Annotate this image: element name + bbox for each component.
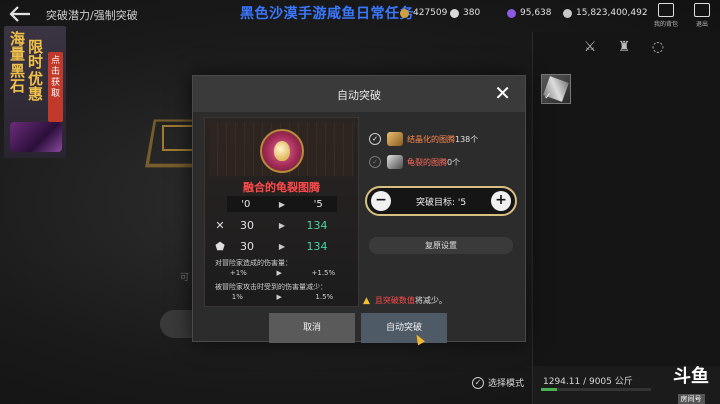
right-arrow-icon: ▶: [278, 199, 286, 209]
auto-breakthrough-button[interactable]: 自动突破: [361, 313, 447, 343]
promo-text-2: 黑石: [10, 62, 26, 95]
close-icon[interactable]: ✕: [494, 82, 511, 104]
room-label: 房间号: [677, 394, 705, 404]
top-bar: 突破潜力/强制突破 黑色沙漠手游咸鱼日常任务 427509 380 95,638…: [0, 0, 720, 30]
currency-purple-gem: 95,638: [507, 8, 552, 18]
pearl-icon: [450, 8, 459, 18]
promo-banner[interactable]: 海量 黑石 限时 优惠 点击获取: [4, 26, 66, 158]
shield-icon: ⬟: [215, 239, 225, 253]
promo-cta-button[interactable]: 点击获取: [48, 52, 63, 122]
breakthrough-target-stepper: − 突破目标: '5 +: [365, 186, 517, 216]
warning-notice: ▲ 且突破数值 将减少。: [363, 295, 447, 306]
material-cracked-totem[interactable]: ✓ 龟裂的图腾 0个: [369, 155, 460, 169]
promo-text-4: 优惠: [28, 70, 44, 103]
background-emblem-inner: [162, 125, 194, 151]
currency-silver: 15,823,400,492: [563, 8, 648, 18]
weight-bar: [541, 388, 651, 391]
weapon-tab-icon[interactable]: ⚔: [581, 38, 599, 56]
douyu-logo: 斗鱼: [673, 366, 709, 387]
bag-icon: [658, 3, 674, 17]
back-arrow-icon[interactable]: [8, 4, 32, 24]
black-stone-image: [10, 122, 62, 152]
damage-dealt-row: +1% ▶ +1.5%: [229, 269, 336, 277]
damage-taken-row: 1% ▶ 1.5%: [231, 293, 334, 301]
material-crystallized-totem[interactable]: ✓ 结晶化的图腾 138个: [369, 132, 478, 146]
weight-readout: 1294.11 / 9005 公斤: [543, 377, 633, 387]
currency-silver-coin: 427509: [400, 8, 447, 18]
increase-target-button[interactable]: +: [491, 191, 511, 211]
sword-icon: ✕: [215, 218, 225, 232]
weight-bar-fill: [541, 388, 557, 391]
crystallized-totem-icon: [387, 132, 403, 146]
attack-stat-row: ✕ 30 ▶ 134: [213, 217, 353, 233]
selected-check-icon: ✓: [544, 92, 552, 102]
my-bag-button[interactable]: 我的背包: [648, 3, 684, 31]
restore-settings-button[interactable]: 复原设置: [369, 237, 513, 254]
armor-tab-icon[interactable]: ♜: [615, 38, 633, 56]
select-mode-toggle[interactable]: ✓ 选择模式: [472, 376, 524, 389]
right-arrow-icon: ▶: [276, 293, 282, 301]
item-card: 融合的龟裂图腾 '0 ▶ '5 ✕ 30 ▶ 134 ⬟ 30 ▶ 134 对冒…: [204, 117, 359, 307]
inventory-tabs: ⚔ ♜ ◌: [533, 32, 720, 62]
check-circle-icon[interactable]: ✓: [369, 133, 381, 145]
dialog-header: 自动突破 ✕: [193, 76, 525, 112]
background-hint-text: 可: [180, 273, 190, 283]
cracked-totem-icon: [387, 155, 403, 169]
right-arrow-icon: ▶: [276, 269, 282, 277]
purple-gem-icon: [507, 8, 516, 18]
inventory-panel: ⚔ ♜ ◌ ✓ 1294.11 / 9005 公斤 斗鱼 房间号 1090289…: [532, 32, 720, 404]
defense-stat-row: ⬟ 30 ▶ 134: [213, 238, 353, 254]
auto-breakthrough-dialog: 自动突破 ✕ 融合的龟裂图腾 '0 ▶ '5 ✕ 30 ▶ 134 ⬟ 30 ▶…: [192, 75, 526, 346]
damage-taken-label: 被冒险家攻击时受到的伤害量减少：: [215, 283, 327, 291]
accessory-tab-icon[interactable]: ◌: [649, 38, 667, 56]
right-arrow-icon: ▶: [278, 241, 286, 251]
exit-button[interactable]: 退出: [684, 3, 720, 31]
decrease-target-button[interactable]: −: [371, 191, 391, 211]
dialog-title: 自动突破: [337, 89, 381, 102]
currency-pearl: 380: [450, 8, 480, 18]
silver-coin-icon: [400, 8, 409, 18]
item-name: 融合的龟裂图腾: [243, 181, 320, 194]
level-to: '5: [313, 198, 323, 210]
level-from: '0: [241, 198, 251, 210]
promo-text-3: 限时: [28, 38, 44, 71]
inventory-footer: 1294.11 / 9005 公斤 斗鱼 房间号 10902892: [533, 366, 720, 404]
check-circle-icon[interactable]: ✓: [369, 156, 381, 168]
exit-icon: [694, 3, 710, 17]
level-change-row: '0 ▶ '5: [227, 196, 337, 212]
inventory-slot-selected[interactable]: ✓: [541, 74, 571, 104]
streaming-watermark: 斗鱼 房间号 10902892: [665, 368, 717, 404]
silver-icon: [563, 8, 572, 18]
stream-overlay-title: 黑色沙漠手游咸鱼日常任务: [240, 6, 414, 22]
right-arrow-icon: ▶: [278, 220, 286, 230]
promo-text-1: 海量: [10, 30, 26, 63]
warning-icon: ▲: [363, 295, 370, 306]
page-title: 突破潜力/强制突破: [46, 9, 138, 22]
damage-dealt-label: 对冒险家造成的伤害量：: [215, 259, 292, 267]
target-level-label: 突破目标: '5: [415, 197, 467, 208]
check-circle-icon: ✓: [472, 376, 484, 389]
totem-medal-icon: [260, 129, 304, 173]
cancel-button[interactable]: 取消: [269, 313, 355, 343]
